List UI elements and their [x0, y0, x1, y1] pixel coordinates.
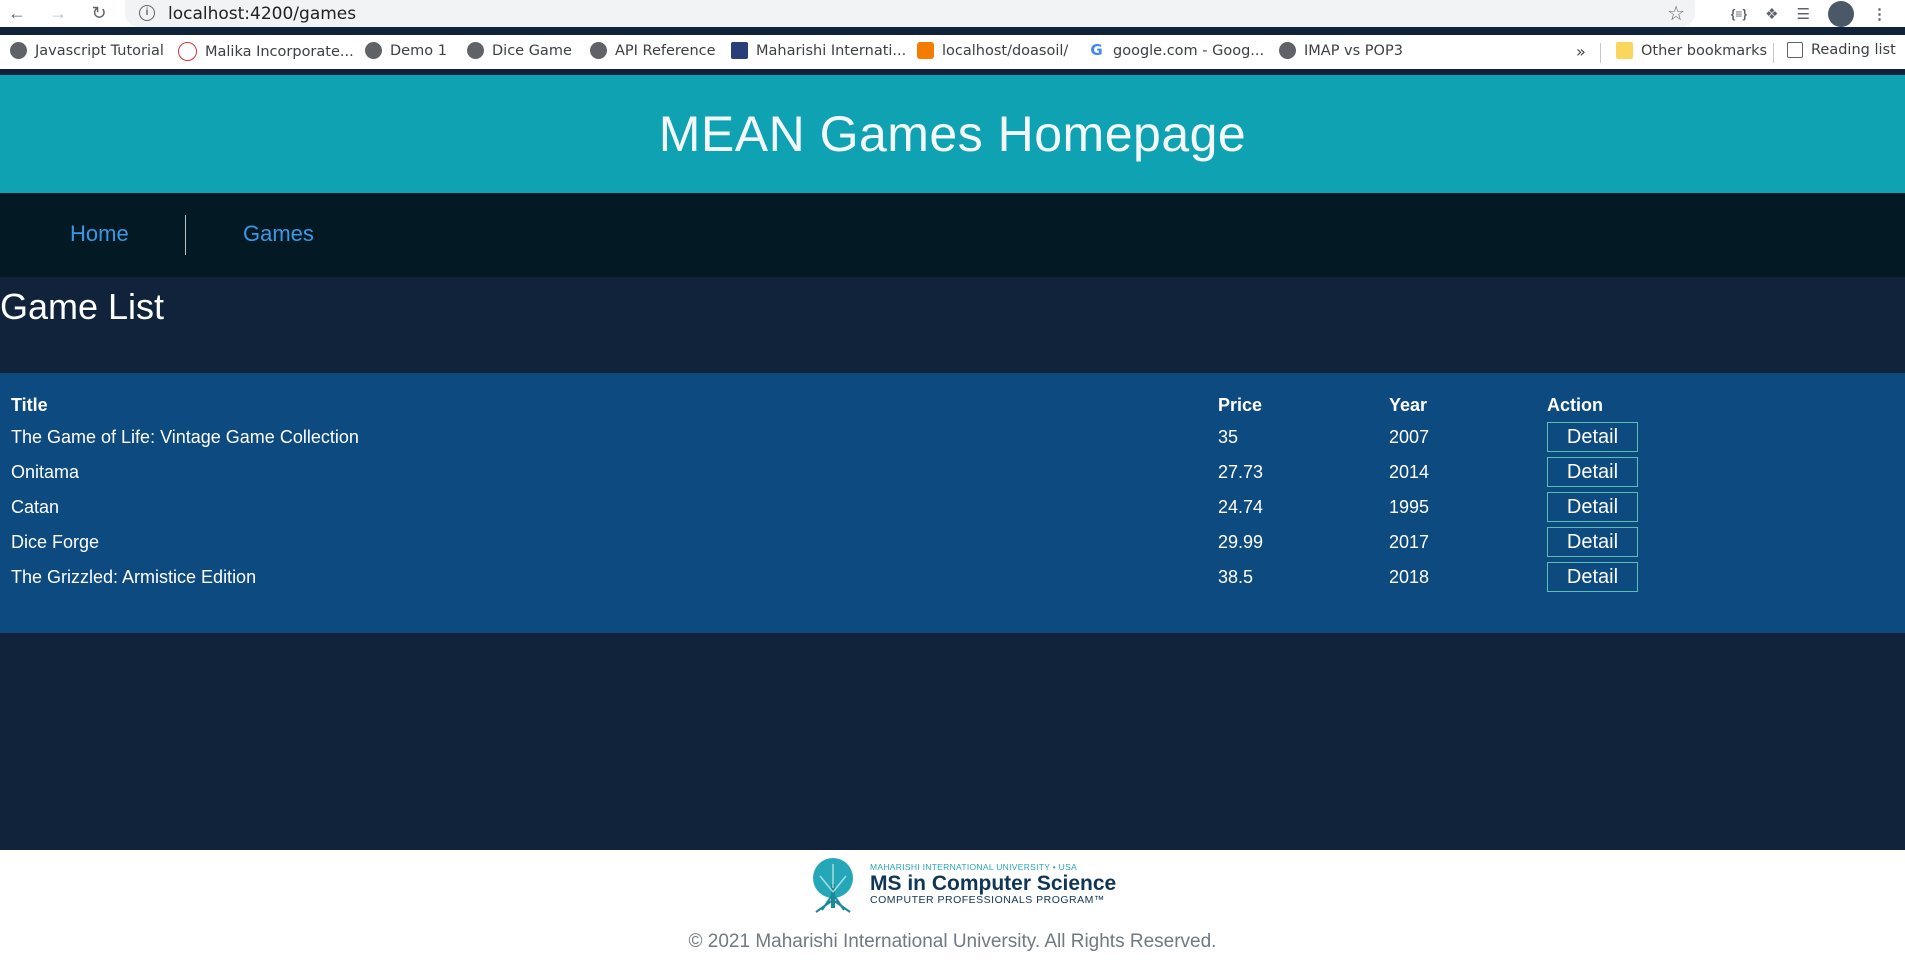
page-title: Game List — [0, 286, 165, 327]
column-header-year: Year — [1389, 395, 1428, 415]
se-icon — [731, 42, 748, 59]
reading-list-icon — [1787, 42, 1803, 58]
cell-price: 27.73 — [1218, 462, 1264, 482]
menu-icon[interactable]: ⋮ — [1872, 5, 1887, 23]
detail-button[interactable]: Detail — [1547, 562, 1638, 592]
site-title: MEAN Games Homepage — [658, 106, 1247, 162]
cell-price: 38.5 — [1218, 567, 1254, 587]
google-icon: G — [1088, 42, 1105, 59]
bookmark-item[interactable]: Maharishi Internati... — [731, 42, 906, 59]
bookmark-item[interactable]: Malika Incorporate... — [178, 42, 354, 61]
nav-divider — [185, 215, 186, 255]
bookmark-label: Javascript Tutorial — [35, 42, 164, 59]
detail-button[interactable]: Detail — [1547, 527, 1638, 557]
bookmark-divider — [1773, 43, 1774, 63]
bookmark-divider — [1600, 43, 1601, 63]
cell-title: Catan — [11, 497, 60, 517]
site-header: MEAN Games Homepage — [0, 75, 1905, 193]
logo-top-text: MAHARISHI INTERNATIONAL UNIVERSITY • USA — [870, 862, 1078, 872]
bookmarks-overflow-button[interactable]: » — [1576, 42, 1586, 61]
copyright-text: © 2021 Maharishi International Universit… — [688, 931, 1217, 952]
nav-games[interactable]: Games — [243, 221, 314, 247]
globe-icon — [1279, 42, 1296, 59]
profile-avatar[interactable] — [1828, 0, 1854, 27]
bookmark-label: Maharishi Internati... — [756, 42, 907, 59]
cell-price: 29.99 — [1218, 532, 1264, 552]
other-bookmarks[interactable]: Other bookmarks — [1616, 42, 1767, 59]
back-icon[interactable]: ← — [6, 2, 28, 24]
reload-icon[interactable]: ↻ — [88, 2, 110, 24]
bookmark-item[interactable]: API Reference — [590, 42, 716, 59]
bookmark-star-icon[interactable]: ☆ — [1667, 1, 1685, 26]
cell-title: The Grizzled: Armistice Edition — [11, 567, 257, 587]
cell-year: 2017 — [1389, 532, 1430, 552]
address-bar[interactable]: i localhost:4200/games ☆ — [125, 0, 1695, 27]
detail-button[interactable]: Detail — [1547, 457, 1638, 487]
detail-button[interactable]: Detail — [1547, 422, 1638, 452]
logo-main-text: MS in Computer Science — [870, 872, 1117, 896]
nav-home[interactable]: Home — [70, 221, 129, 247]
globe-icon — [365, 42, 382, 59]
cell-year: 2007 — [1389, 427, 1430, 447]
university-logo: MAHARISHI INTERNATIONAL UNIVERSITY • USA… — [802, 854, 1116, 916]
column-header-action: Action — [1547, 395, 1603, 415]
bookmark-item[interactable]: Dice Game — [467, 42, 572, 59]
extension-icon[interactable]: {≡} — [1731, 7, 1747, 21]
cell-year: 2014 — [1389, 462, 1430, 482]
bookmark-item[interactable]: G google.com - Goog... — [1088, 42, 1264, 59]
globe-icon — [467, 42, 484, 59]
site-footer: MAHARISHI INTERNATIONAL UNIVERSITY • USA… — [0, 850, 1905, 967]
bookmark-item[interactable]: Demo 1 — [365, 42, 447, 59]
bookmark-label: google.com - Goog... — [1113, 42, 1265, 59]
url-text[interactable]: localhost:4200/games — [168, 4, 356, 24]
malika-icon — [178, 42, 197, 61]
bookmark-label: localhost/doasoil/ — [942, 42, 1069, 59]
bookmark-label: API Reference — [615, 42, 716, 59]
cell-year: 2018 — [1389, 567, 1430, 587]
browser-toolbar: ← → ↻ i localhost:4200/games ☆ {≡} ❖ ☰ ⋮ — [0, 0, 1905, 27]
bookmark-item[interactable]: IMAP vs POP3 — [1279, 42, 1403, 59]
cell-price: 24.74 — [1218, 497, 1264, 517]
bookmark-label: IMAP vs POP3 — [1304, 42, 1403, 59]
detail-button[interactable]: Detail — [1547, 492, 1638, 522]
bookmark-item[interactable]: localhost/doasoil/ — [917, 42, 1068, 59]
cell-title: Dice Forge — [11, 532, 100, 552]
logo-sub-text: COMPUTER PROFESSIONALS PROGRAM™ — [870, 894, 1105, 907]
logo-text: MAHARISHI INTERNATIONAL UNIVERSITY • USA… — [870, 862, 1117, 907]
site-info-icon[interactable]: i — [139, 5, 155, 21]
bookmark-label: Demo 1 — [390, 42, 447, 59]
reading-list[interactable]: Reading list — [1787, 42, 1896, 58]
column-header-title: Title — [11, 395, 48, 415]
extension-bar: {≡} ❖ ☰ ⋮ — [1731, 0, 1905, 27]
column-header-price: Price — [1218, 395, 1263, 415]
main-nav: Home Games — [0, 193, 1905, 277]
globe-icon — [590, 42, 607, 59]
tree-logo-icon — [813, 858, 853, 913]
bookmark-label: Dice Game — [492, 42, 572, 59]
forward-icon[interactable]: → — [47, 2, 69, 24]
cell-title: Onitama — [11, 462, 80, 482]
reading-list-label: Reading list — [1811, 42, 1896, 58]
cell-title: The Game of Life: Vintage Game Collectio… — [11, 427, 359, 447]
folder-icon — [1616, 42, 1633, 59]
xampp-icon — [917, 42, 934, 59]
other-bookmarks-label: Other bookmarks — [1641, 42, 1768, 59]
globe-icon — [10, 42, 27, 59]
cell-price: 35 — [1218, 427, 1239, 447]
bookmarks-bar: Javascript Tutorial Malika Incorporate..… — [0, 35, 1905, 69]
media-icon[interactable]: ☰ — [1797, 5, 1810, 23]
bookmark-item[interactable]: Javascript Tutorial — [10, 42, 164, 59]
games-table: Title Price Year Action The Game of Life… — [0, 373, 1905, 633]
puzzle-icon[interactable]: ❖ — [1765, 5, 1778, 23]
bookmark-label: Malika Incorporate... — [205, 43, 354, 60]
cell-year: 1995 — [1389, 497, 1430, 517]
